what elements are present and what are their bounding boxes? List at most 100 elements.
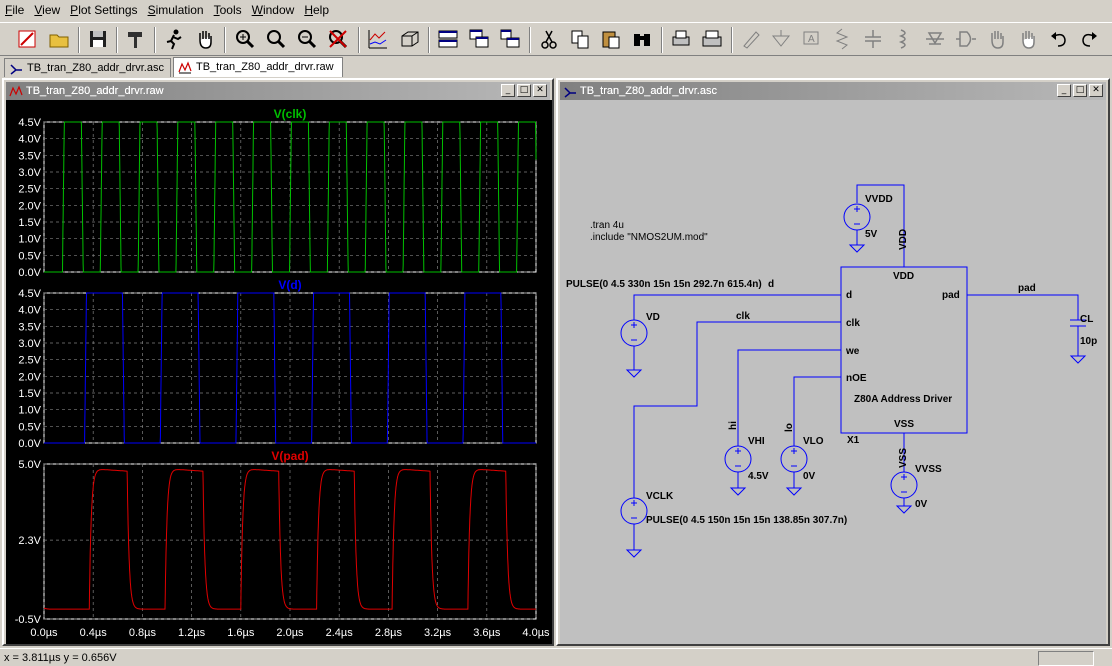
block-name: Z80A Address Driver (854, 394, 952, 405)
tran-directive[interactable]: .tran 4u (590, 220, 624, 231)
resistor-button[interactable] (829, 26, 855, 52)
hand-move-icon (991, 31, 1004, 49)
inductor-button[interactable] (891, 26, 917, 52)
redo-button[interactable] (1076, 26, 1102, 52)
x-tick-label: 2.0µs (276, 627, 304, 639)
vvss-value[interactable]: 0V (915, 499, 928, 510)
x-tick-label: 3.2µs (424, 627, 452, 639)
autorange-button[interactable] (365, 26, 391, 52)
plot-background (6, 100, 552, 644)
tile-horizontal-button[interactable] (435, 26, 461, 52)
zoom-in-button[interactable] (232, 26, 258, 52)
paste-icon (602, 31, 620, 49)
view-3d-button[interactable] (396, 26, 422, 52)
print-button[interactable] (699, 26, 725, 52)
cascade-button[interactable] (466, 26, 492, 52)
vclk-pulse-value[interactable]: PULSE(0 4.5 150n 15n 15n 138.85n 307.7n) (646, 515, 847, 526)
waveform-plot-area[interactable]: V(clk) 4.5V 4.0V 3.5V 3.0V 2.5V 2.0V 1.5V 1.0V 0.… (6, 100, 552, 644)
tab-schematic[interactable]: TB_tran_Z80_addr_drvr.asc (4, 58, 171, 77)
ground-button[interactable] (768, 26, 794, 52)
x-tick-label: 2.8µs (375, 627, 403, 639)
y-tick-label: 1.5V (18, 217, 41, 229)
print-preview-button[interactable] (668, 26, 694, 52)
open-button[interactable] (46, 26, 72, 52)
vvdd-value[interactable]: 5V (865, 229, 878, 240)
net-label-vss[interactable]: VSS (898, 448, 909, 468)
schematic-icon (10, 64, 22, 75)
y-tick-label: 0.0V (18, 267, 41, 279)
net-label-d[interactable]: d (768, 279, 774, 290)
net-label-lo[interactable]: lo (784, 423, 795, 432)
plot-autorange-icon (368, 30, 387, 49)
y-tick-label: 3.5V (18, 150, 41, 162)
minimize-button[interactable]: _ (1057, 84, 1071, 97)
x-tick-label: 0.4µs (80, 627, 108, 639)
open-schematic-button[interactable] (14, 26, 40, 52)
pane-title: V(pad) (271, 449, 308, 463)
run-button[interactable] (160, 26, 186, 52)
schematic-canvas[interactable]: .tran 4u .include "NMOS2UM.mod" PULSE(0 … (560, 100, 1106, 644)
status-panel (1038, 651, 1094, 666)
schematic-window-titlebar[interactable]: TB_tran_Z80_addr_drvr.asc _ □ ✕ (560, 82, 1106, 100)
pin-clk: clk (846, 318, 860, 329)
binoculars-icon (634, 34, 650, 46)
component-button[interactable] (953, 26, 979, 52)
net-label-vdd[interactable]: VDD (898, 229, 909, 250)
close-button[interactable]: ✕ (1089, 84, 1103, 97)
menu-simulation[interactable]: Simulation (143, 0, 209, 20)
vd-pulse-value[interactable]: PULSE(0 4.5 330n 15n 15n 292.7n 615.4n) (566, 279, 762, 290)
menu-tools[interactable]: Tools (209, 0, 247, 20)
x-tick-label: 1.2µs (178, 627, 206, 639)
copy-button[interactable] (567, 26, 593, 52)
ground-icon (771, 30, 791, 47)
x-tick-label: 0.0µs (30, 627, 58, 639)
pane-title: V(clk) (274, 107, 307, 121)
draw-wire-button[interactable] (738, 26, 764, 52)
maximize-button[interactable]: □ (1073, 84, 1087, 97)
y-tick-label: 2.0V (18, 371, 41, 383)
y-tick-label: 2.3V (18, 535, 41, 547)
menu-help[interactable]: Help (299, 0, 334, 20)
menu-window[interactable]: Window (247, 0, 300, 20)
menu-plot-settings[interactable]: Plot Settings (65, 0, 142, 20)
net-label-pad[interactable]: pad (1018, 283, 1036, 294)
vhi-value[interactable]: 4.5V (748, 471, 769, 482)
pan-button[interactable] (192, 26, 218, 52)
x-tick-label: 2.4µs (326, 627, 354, 639)
drag-button[interactable] (1015, 26, 1041, 52)
menu-view[interactable]: View (29, 0, 65, 20)
zoom-in-icon (236, 30, 255, 49)
include-directive[interactable]: .include "NMOS2UM.mod" (590, 232, 708, 243)
zoom-out-button[interactable] (294, 26, 320, 52)
tile-vertical-button[interactable] (497, 26, 523, 52)
hand-icon (199, 31, 212, 49)
capacitor-button[interactable] (860, 26, 886, 52)
save-button[interactable] (85, 26, 111, 52)
diode-button[interactable] (922, 26, 948, 52)
move-button[interactable] (984, 26, 1010, 52)
net-label-clk[interactable]: clk (736, 311, 750, 322)
cut-button[interactable] (536, 26, 562, 52)
close-button[interactable]: ✕ (533, 84, 547, 97)
toolbar: A (0, 22, 1112, 56)
redo-icon (1082, 32, 1097, 47)
undo-button[interactable] (1046, 26, 1072, 52)
label-net-button[interactable]: A (798, 26, 824, 52)
paste-button[interactable] (598, 26, 624, 52)
cl-value[interactable]: 10p (1080, 336, 1097, 347)
vlo-value[interactable]: 0V (803, 471, 816, 482)
zoom-cancel-button[interactable] (325, 26, 351, 52)
new-schematic-icon (18, 30, 36, 48)
net-label-hi[interactable]: hi (728, 421, 739, 430)
waveform-window-titlebar[interactable]: TB_tran_Z80_addr_drvr.raw _ □ ✕ (6, 82, 550, 100)
control-panel-button[interactable] (122, 26, 148, 52)
zoom-fit-button[interactable] (263, 26, 289, 52)
maximize-button[interactable]: □ (517, 84, 531, 97)
y-tick-label: 3.5V (18, 321, 41, 333)
menu-file[interactable]: File (0, 0, 29, 20)
find-button[interactable] (629, 26, 655, 52)
minimize-button[interactable]: _ (501, 84, 515, 97)
vd-name: VD (646, 312, 660, 323)
y-tick-label: 0.0V (18, 438, 41, 450)
tab-waveform[interactable]: TB_tran_Z80_addr_drvr.raw (173, 57, 343, 77)
